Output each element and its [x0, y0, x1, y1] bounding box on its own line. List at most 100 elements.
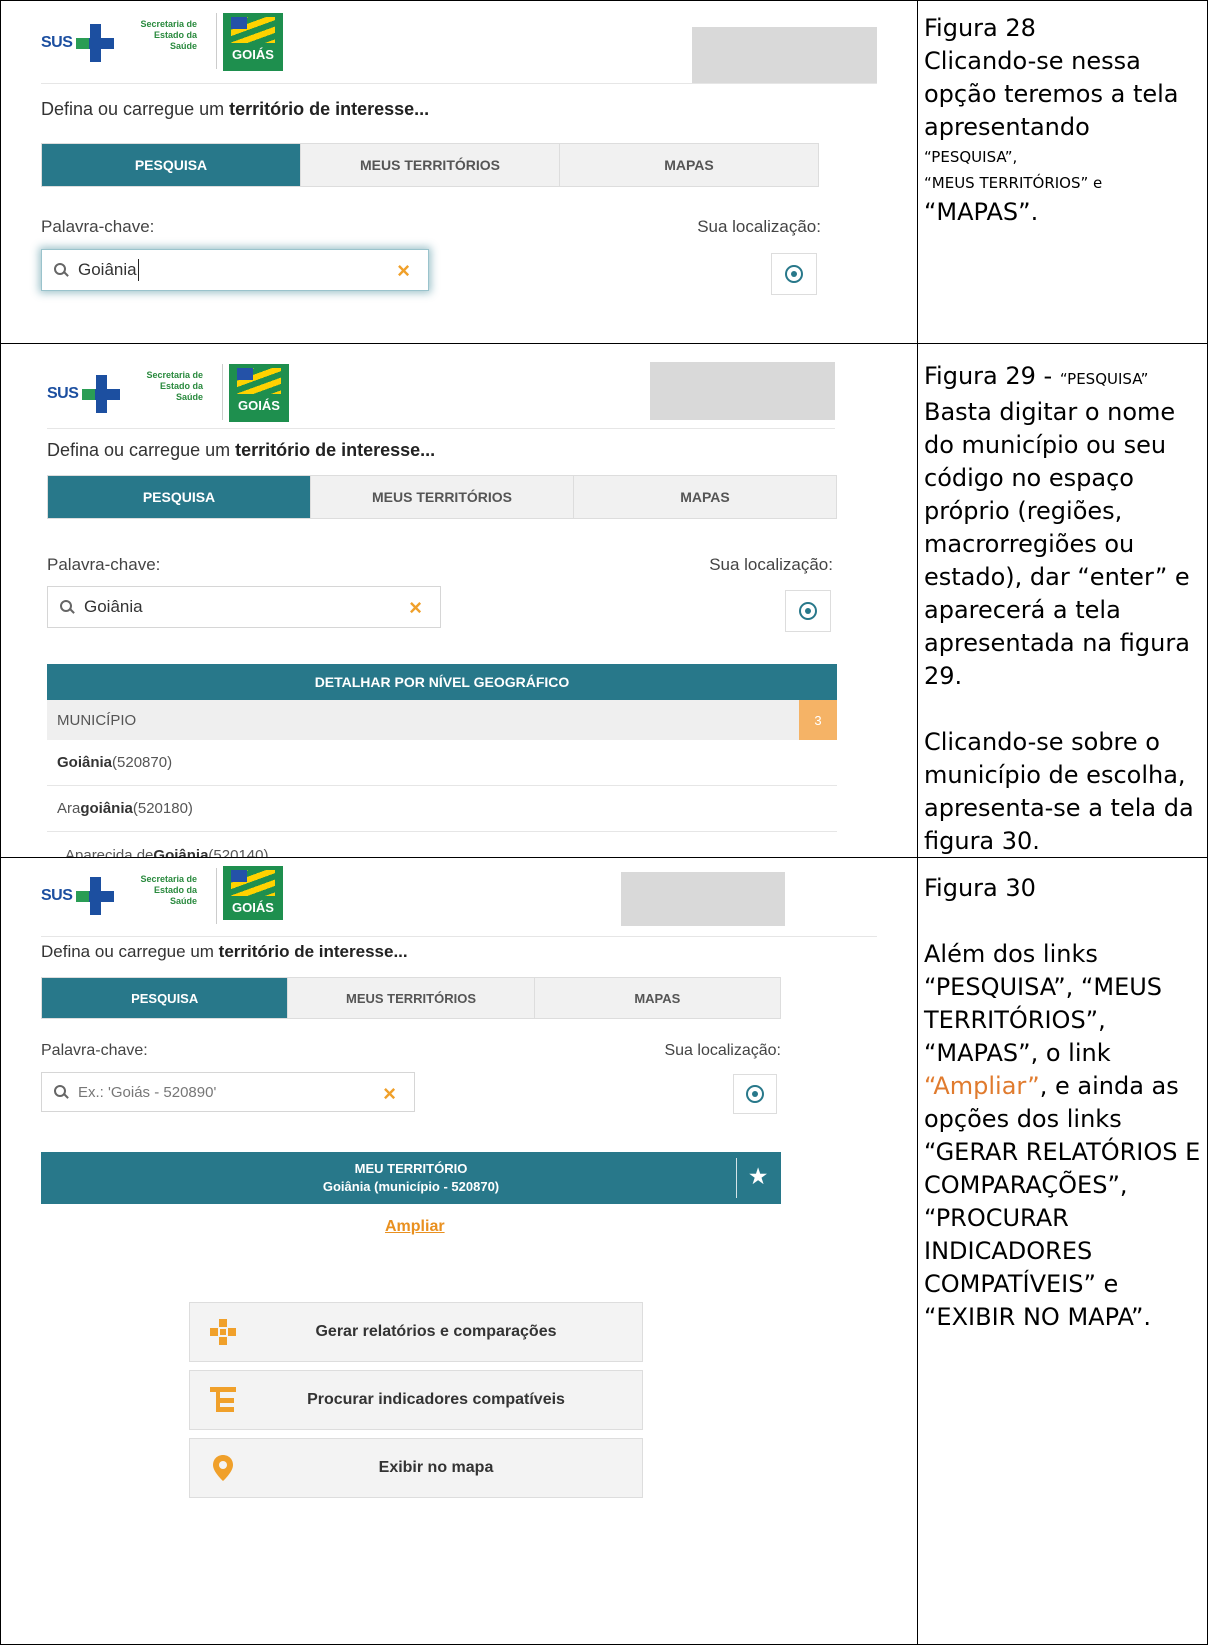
goias-logo-text: GOIÁS [232, 47, 274, 62]
search-input-placeholder: Ex.: 'Goiás - 520890' [78, 1083, 217, 1101]
show-on-map-label: Exibir no mapa [378, 1459, 494, 1476]
puzzle-icon [210, 1319, 236, 1345]
goias-logo: GOIÁS [223, 13, 283, 71]
main-tabs: PESQUISA MEUS TERRITÓRIOS MAPAS [41, 143, 819, 187]
goias-flag-icon [231, 870, 275, 896]
tab-pesquisa[interactable]: PESQUISA [42, 144, 300, 186]
municipio-count-badge: 3 [799, 700, 837, 740]
generate-reports-label: Gerar relatórios e comparações [315, 1323, 557, 1340]
goias-flag-icon [237, 368, 281, 394]
keyword-label: Palavra-chave: [41, 1042, 148, 1059]
tab-meus-territorios[interactable]: MEUS TERRITÓRIOS [310, 476, 573, 518]
sus-logo: SUS [41, 876, 115, 916]
app-header: SUS Secretaria de Estado da Saúde GOIÁS [41, 1, 877, 84]
header-placeholder-box [650, 362, 835, 420]
define-territory-heading: Defina ou carregue um território de inte… [41, 942, 408, 961]
keyword-label: Palavra-chave: [47, 555, 161, 574]
tab-mapas[interactable]: MAPAS [573, 476, 836, 518]
ampliar-link[interactable]: Ampliar [385, 1218, 445, 1236]
tab-pesquisa[interactable]: PESQUISA [42, 978, 288, 1018]
figure-28-text: Clicando-se nessa opção teremos a tela a… [924, 47, 1179, 141]
goias-flag-icon [231, 17, 275, 43]
sus-cross-icon [76, 877, 115, 915]
table-border-mid [917, 0, 918, 1645]
sus-logo: SUS [47, 374, 121, 414]
goias-logo: GOIÁS [229, 364, 289, 422]
figure-28-description: Figura 28 Clicando-se nessa opção teremo… [924, 12, 1208, 229]
sus-logo-text: SUS [47, 385, 79, 402]
generate-reports-button[interactable]: Gerar relatórios e comparações [189, 1302, 643, 1362]
search-icon [54, 263, 69, 277]
goias-logo-text: GOIÁS [232, 900, 274, 915]
header-placeholder-box [621, 872, 785, 926]
figure-28-meus-territorios: “MEUS TERRITÓRIOS” e [924, 174, 1103, 192]
figure-28-title: Figura 28 [924, 14, 1036, 42]
clear-search-icon[interactable]: × [397, 258, 410, 284]
tab-pesquisa[interactable]: PESQUISA [48, 476, 310, 518]
figure-30-description: Figura 30 Além dos links “PESQUISA”, “ME… [924, 872, 1208, 1334]
figure-29-title: Figura 29 - “PESQUISA” [924, 362, 1149, 390]
crosshair-icon [799, 602, 817, 620]
search-input[interactable]: Ex.: 'Goiás - 520890' × [41, 1072, 415, 1112]
figure-30-paragraph: Além dos links “PESQUISA”, “MEUS TERRITÓ… [924, 940, 1201, 1331]
figure-29-paragraph-1: Basta digitar o nome do município ou seu… [924, 398, 1190, 690]
crosshair-icon [785, 265, 803, 283]
logo-separator [216, 868, 217, 924]
locate-me-button[interactable] [733, 1074, 777, 1114]
my-territory-value: Goiânia (município - 520870) [322, 1179, 500, 1194]
logo-separator [222, 364, 223, 420]
header-placeholder-box [692, 27, 877, 83]
sus-cross-icon [76, 24, 115, 62]
keyword-label: Palavra-chave: [41, 217, 155, 236]
locate-me-button[interactable] [771, 253, 817, 295]
location-label: Sua localização: [664, 1042, 781, 1059]
sus-logo-text: SUS [41, 887, 73, 904]
tab-mapas[interactable]: MAPAS [559, 144, 818, 186]
secretaria-logo-text: Secretaria de Estado da Saúde [140, 19, 197, 51]
define-territory-heading: Defina ou carregue um território de inte… [41, 99, 430, 119]
clear-search-icon[interactable]: × [409, 595, 422, 621]
clear-search-icon[interactable]: × [383, 1081, 396, 1107]
list-item[interactable]: Ara goiânia (520180) [47, 786, 837, 832]
municipio-group-header[interactable]: MUNICÍPIO 3 [47, 700, 837, 740]
goias-logo-text: GOIÁS [238, 398, 280, 413]
app-header: SUS Secretaria de Estado da Saúde GOIÁS [41, 864, 877, 937]
detail-geographic-level-header: DETALHAR POR NÍVEL GEOGRÁFICO [47, 664, 837, 700]
tab-meus-territorios[interactable]: MEUS TERRITÓRIOS [300, 144, 559, 186]
goias-logo: GOIÁS [223, 866, 283, 920]
municipio-group-label: MUNICÍPIO [57, 711, 137, 729]
figure-28-screenshot: SUS Secretaria de Estado da Saúde GOIÁS … [1, 1, 917, 343]
star-icon[interactable]: ★ [749, 1167, 767, 1187]
tab-mapas[interactable]: MAPAS [533, 978, 780, 1018]
ampliar-mention: “Ampliar” [924, 1072, 1040, 1100]
app-header: SUS Secretaria de Estado da Saúde GOIÁS [47, 352, 835, 429]
list-item[interactable]: Goiânia (520870) [47, 740, 837, 786]
text-cursor [137, 259, 139, 281]
list-item[interactable]: Aparecida de Goiânia (520140) [47, 832, 837, 858]
hierarchy-icon [210, 1387, 236, 1412]
figure-30-screenshot: SUS Secretaria de Estado da Saúde GOIÁS … [1, 858, 917, 1644]
search-input[interactable]: Goiânia × [41, 249, 429, 291]
location-label: Sua localização: [697, 217, 821, 236]
find-indicators-label: Procurar indicadores compatíveis [307, 1391, 565, 1408]
figure-28-mapas: “MAPAS”. [924, 198, 1039, 226]
crosshair-icon [746, 1085, 764, 1103]
find-indicators-button[interactable]: Procurar indicadores compatíveis [189, 1370, 643, 1430]
figure-29-paragraph-2: Clicando-se sobre o município de escolha… [924, 728, 1194, 855]
search-input-value: Goiânia [84, 597, 143, 616]
search-icon [60, 600, 75, 614]
sus-cross-icon [82, 375, 121, 413]
figure-28-pesquisa: “PESQUISA”, [924, 148, 1018, 166]
sus-logo-text: SUS [41, 34, 73, 51]
search-input-value: Goiânia [78, 260, 137, 279]
figure-29-description: Figura 29 - “PESQUISA” Basta digitar o n… [924, 360, 1208, 858]
locate-me-button[interactable] [785, 590, 831, 632]
main-tabs: PESQUISA MEUS TERRITÓRIOS MAPAS [47, 475, 837, 519]
my-territory-bar: MEU TERRITÓRIO Goiânia (município - 5208… [41, 1152, 781, 1204]
figure-29-screenshot: SUS Secretaria de Estado da Saúde GOIÁS … [1, 344, 917, 857]
main-tabs: PESQUISA MEUS TERRITÓRIOS MAPAS [41, 977, 781, 1019]
show-on-map-button[interactable]: Exibir no mapa [189, 1438, 643, 1498]
tab-meus-territorios[interactable]: MEUS TERRITÓRIOS [287, 978, 534, 1018]
search-input[interactable]: Goiânia × [47, 586, 441, 628]
search-icon [54, 1085, 69, 1099]
